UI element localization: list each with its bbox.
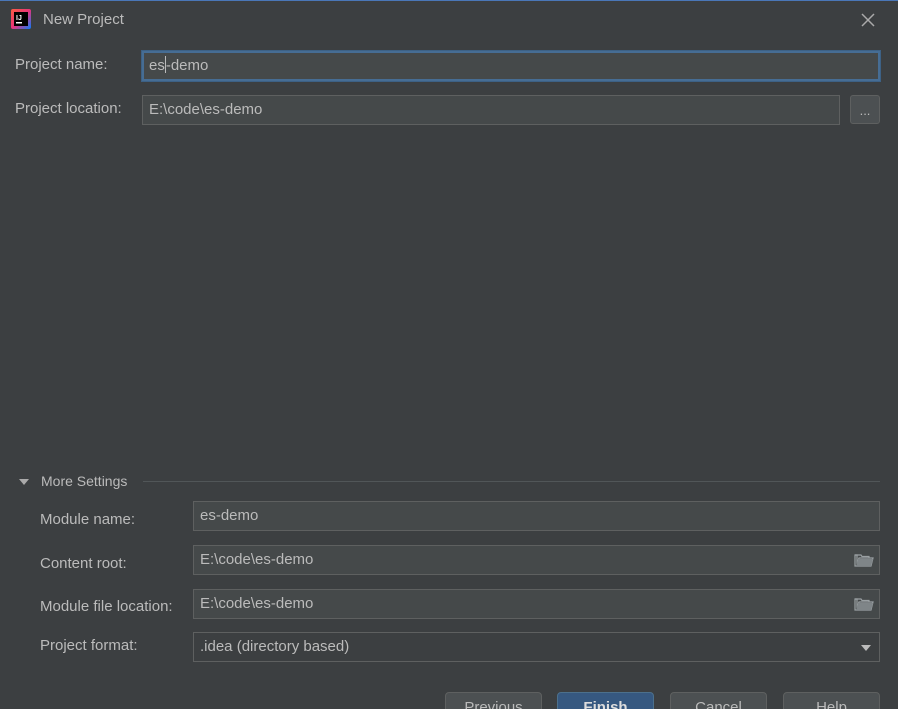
finish-button[interactable]: Finish: [557, 692, 654, 709]
folder-icon[interactable]: [854, 596, 874, 612]
intellij-idea-icon: IJ: [11, 9, 31, 29]
project-name-value-end: -demo: [165, 57, 209, 74]
folder-icon[interactable]: [854, 552, 874, 568]
new-project-dialog: IJ New Project Project name: es-demo Pro…: [0, 0, 898, 709]
project-format-value: .idea (directory based): [200, 638, 350, 655]
project-format-select[interactable]: .idea (directory based): [193, 632, 880, 662]
window-title: New Project: [43, 11, 124, 28]
module-name-input[interactable]: es-demo: [193, 501, 880, 531]
project-location-label: Project location:: [15, 100, 122, 117]
content-root-input[interactable]: E:\code\es-demo: [193, 545, 880, 575]
content-root-label: Content root:: [40, 555, 127, 572]
more-settings-label: More Settings: [41, 473, 128, 489]
svg-text:IJ: IJ: [16, 15, 22, 22]
module-file-location-label: Module file location:: [40, 598, 173, 615]
triangle-down-icon: [19, 479, 29, 485]
close-icon[interactable]: [858, 10, 878, 30]
project-name-label: Project name:: [15, 56, 108, 73]
section-divider: [143, 481, 880, 482]
project-format-label: Project format:: [40, 637, 138, 654]
project-location-input[interactable]: E:\code\es-demo: [142, 95, 840, 125]
cancel-button[interactable]: Cancel: [670, 692, 767, 709]
browse-location-button[interactable]: ...: [850, 95, 880, 124]
project-name-input[interactable]: es-demo: [142, 51, 880, 81]
chevron-down-icon: [861, 645, 871, 651]
project-name-value-start: es: [149, 57, 165, 74]
help-button[interactable]: Help: [783, 692, 880, 709]
title-bar: IJ New Project: [0, 1, 898, 39]
module-file-location-input[interactable]: E:\code\es-demo: [193, 589, 880, 619]
module-name-label: Module name:: [40, 511, 136, 528]
previous-button[interactable]: Previous: [445, 692, 542, 709]
